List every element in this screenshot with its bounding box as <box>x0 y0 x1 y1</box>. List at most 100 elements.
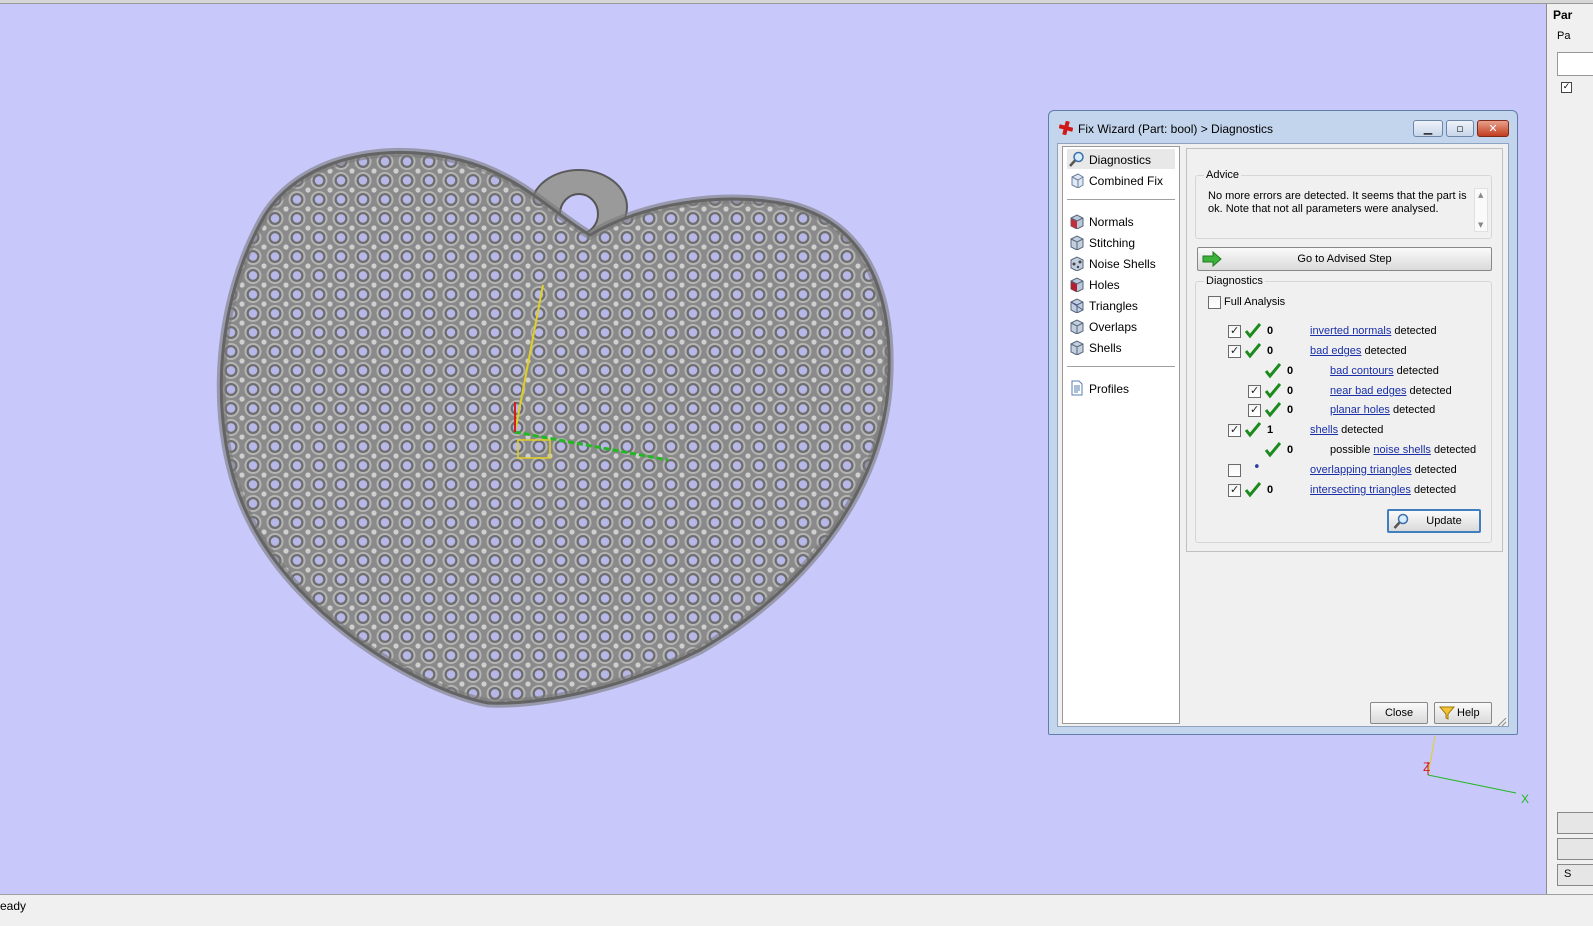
side-panel-button-1[interactable] <box>1557 812 1593 834</box>
nav-label: Overlaps <box>1089 320 1138 334</box>
nav-item-shells[interactable]: Shells <box>1067 337 1175 357</box>
bad-contours-link[interactable]: bad contours <box>1330 365 1394 377</box>
nav-divider <box>1067 366 1175 367</box>
bad-edges-row: bad edges detected <box>1310 345 1407 357</box>
inverted-normals-checkbox[interactable]: ✓ <box>1228 324 1241 338</box>
side-panel-field[interactable] <box>1557 52 1593 76</box>
side-panel-sub-label: Pa <box>1557 30 1571 42</box>
green-check-icon <box>1245 422 1261 438</box>
noise-shells-row: possible noise shells detected <box>1330 444 1477 456</box>
nav-item-holes[interactable]: Holes <box>1067 274 1175 294</box>
shells-cube-icon <box>1070 340 1084 355</box>
side-panel-header: Par <box>1553 8 1573 22</box>
nav-item-triangles[interactable]: Triangles <box>1067 295 1175 315</box>
planar-holes-row: planar holes detected <box>1330 404 1436 416</box>
intersecting-triangles-count: 0 <box>1267 484 1274 496</box>
side-panel-button-2[interactable] <box>1557 838 1593 860</box>
status-bar: eady <box>0 894 1593 926</box>
nav-label: Diagnostics <box>1089 153 1152 167</box>
nav-item-stitching[interactable]: Stitching <box>1067 232 1175 252</box>
nav-label: Profiles <box>1089 382 1130 396</box>
full-analysis-label: Full Analysis <box>1224 296 1286 308</box>
nav-label: Stitching <box>1089 236 1136 250</box>
go-to-advised-step-button[interactable]: Go to Advised Step <box>1197 247 1492 271</box>
planar-holes-link[interactable]: planar holes <box>1330 404 1390 416</box>
update-button[interactable]: Update <box>1387 509 1481 533</box>
close-button[interactable]: Close <box>1370 702 1428 724</box>
bad-contours-count: 0 <box>1287 365 1294 377</box>
help-funnel-icon <box>1439 706 1455 720</box>
nav-item-overlaps[interactable]: Overlaps <box>1067 316 1175 336</box>
planar-holes-checkbox[interactable]: ✓ <box>1248 403 1261 417</box>
dialog-body: Diagnostics Combined Fix Normals Stitchi… <box>1057 143 1509 727</box>
fix-wizard-red-cross-icon <box>1059 121 1073 135</box>
green-check-icon <box>1245 323 1261 339</box>
advice-text: No more errors are detected. It seems th… <box>1208 190 1467 215</box>
fix-wizard-dialog: Fix Wizard (Part: bool) > Diagnostics ▁ … <box>1048 110 1518 735</box>
dialog-title: Fix Wizard (Part: bool) > Diagnostics <box>1078 122 1274 136</box>
nav-item-combined-fix[interactable]: Combined Fix <box>1067 170 1175 190</box>
close-icon: ✕ <box>1488 122 1498 135</box>
green-check-icon <box>1245 343 1261 359</box>
bad-edges-link[interactable]: bad edges <box>1310 345 1361 357</box>
noise-shells-link[interactable]: noise shells <box>1373 444 1430 456</box>
bad-edges-checkbox[interactable]: ✓ <box>1228 344 1241 358</box>
diagnostics-label: Diagnostics <box>1204 275 1265 287</box>
nav-label: Combined Fix <box>1089 174 1164 188</box>
help-button[interactable]: Help <box>1434 702 1492 724</box>
intersecting-triangles-link[interactable]: intersecting triangles <box>1310 484 1411 496</box>
nav-item-profiles[interactable]: Profiles <box>1067 378 1175 398</box>
overlapping-triangles-row: overlapping triangles detected <box>1310 464 1457 476</box>
nav-label: Holes <box>1089 278 1120 292</box>
overlapping-triangles-checkbox[interactable] <box>1228 464 1241 477</box>
shells-link[interactable]: shells <box>1310 424 1338 436</box>
help-label: Help <box>1457 707 1480 719</box>
nav-item-diagnostics[interactable]: Diagnostics <box>1067 149 1175 169</box>
advice-scrollbar[interactable]: ▲ ▼ <box>1474 188 1488 232</box>
scroll-up-icon: ▲ <box>1478 191 1484 199</box>
update-label: Update <box>1426 515 1462 527</box>
noise-shells-count: 0 <box>1287 444 1294 456</box>
nav-item-noise-shells[interactable]: Noise Shells <box>1067 253 1175 273</box>
overlapping-triangles-link[interactable]: overlapping triangles <box>1310 464 1412 476</box>
minimize-button[interactable]: ▁ <box>1413 120 1443 137</box>
intersecting-triangles-checkbox[interactable]: ✓ <box>1228 483 1241 497</box>
overlaps-cube-icon <box>1070 319 1084 334</box>
advice-label: Advice <box>1204 169 1242 181</box>
magnifier-icon <box>1393 513 1409 529</box>
green-check-icon <box>1265 442 1281 458</box>
parts-side-panel: Par Pa ✓ S <box>1546 4 1593 894</box>
near-bad-edges-count: 0 <box>1287 385 1294 397</box>
maximize-button[interactable]: ▫ <box>1446 120 1474 137</box>
holes-cube-icon <box>1070 277 1084 292</box>
near-bad-edges-link[interactable]: near bad edges <box>1330 385 1406 397</box>
normals-cube-icon <box>1070 214 1084 229</box>
side-panel-button-3[interactable]: S <box>1557 864 1593 886</box>
side-panel-checkbox[interactable]: ✓ <box>1561 82 1572 93</box>
axis-label-z: Z <box>1423 760 1431 774</box>
intersecting-triangles-row: intersecting triangles detected <box>1310 484 1457 496</box>
planar-holes-count: 0 <box>1287 404 1294 416</box>
diagnostics-panel: Advice No more errors are detected. It s… <box>1186 148 1503 552</box>
close-window-button[interactable]: ✕ <box>1477 120 1509 137</box>
stitching-cube-icon <box>1070 235 1084 250</box>
full-analysis-checkbox[interactable] <box>1208 296 1221 309</box>
noise-shells-icon <box>1070 256 1084 271</box>
nav-label: Normals <box>1089 215 1134 229</box>
magnifier-icon <box>1069 151 1084 167</box>
green-check-icon <box>1265 402 1281 418</box>
dialog-titlebar[interactable]: Fix Wizard (Part: bool) > Diagnostics ▁ … <box>1049 111 1517 143</box>
green-check-icon <box>1265 363 1281 379</box>
nav-item-normals[interactable]: Normals <box>1067 211 1175 231</box>
shells-checkbox[interactable]: ✓ <box>1228 423 1241 437</box>
heart-pendant <box>219 150 891 705</box>
near-bad-edges-checkbox[interactable]: ✓ <box>1248 384 1261 398</box>
wizard-step-list: Diagnostics Combined Fix Normals Stitchi… <box>1062 146 1180 724</box>
diagnostics-group: Diagnostics Full Analysis ✓ 0 inverted n… <box>1195 275 1492 543</box>
resize-grip-icon[interactable] <box>1497 717 1507 727</box>
nav-label: Triangles <box>1089 299 1138 313</box>
shells-count: 1 <box>1267 424 1274 436</box>
green-check-icon <box>1245 482 1261 498</box>
inverted-normals-link[interactable]: inverted normals <box>1310 325 1391 337</box>
shells-row: shells detected <box>1310 424 1384 436</box>
